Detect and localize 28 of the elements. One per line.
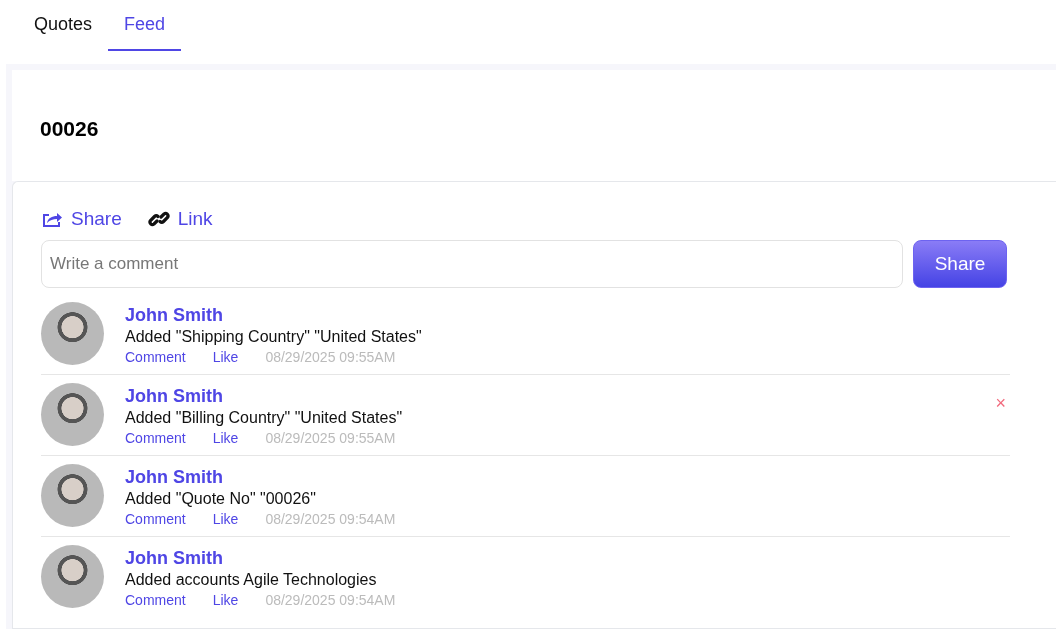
timestamp: 08/29/2025 09:55AM (265, 348, 396, 366)
share-icon (41, 210, 63, 228)
tab[interactable]: Quotes (18, 0, 109, 51)
share-link[interactable]: Share (41, 208, 122, 230)
activity-text: Added "Quote No" "00026" (125, 489, 317, 509)
like-link[interactable]: Like (212, 429, 239, 447)
link-link[interactable]: Link (147, 208, 213, 230)
like-link[interactable]: Like (212, 591, 239, 609)
comment-field[interactable]: Write a comment (41, 240, 903, 288)
timestamp: 08/29/2025 09:55AM (265, 429, 396, 447)
comment-link[interactable]: Comment (125, 429, 186, 447)
record-title: 00026 (40, 116, 99, 141)
author-name: John Smith (125, 466, 224, 488)
author-name: John Smith (125, 547, 224, 569)
activity-text: Added "Billing Country" "United States" (125, 408, 403, 428)
author-name: John Smith (125, 385, 224, 407)
activity-text: Added "Shipping Country" "United States" (125, 327, 422, 347)
comment-link[interactable]: Comment (125, 510, 186, 528)
timestamp: 08/29/2025 09:54AM (265, 510, 396, 528)
author-name: John Smith (125, 304, 224, 326)
like-link[interactable]: Like (212, 348, 239, 366)
timestamp: 08/29/2025 09:54AM (265, 591, 396, 609)
comment-link[interactable]: Comment (125, 348, 186, 366)
activity-text: Added accounts Agile Technologies (125, 570, 378, 590)
comment-link[interactable]: Comment (125, 591, 186, 609)
like-link[interactable]: Like (212, 510, 239, 528)
tab[interactable]: Feed (108, 0, 182, 51)
share-button[interactable]: Share (913, 240, 1007, 288)
